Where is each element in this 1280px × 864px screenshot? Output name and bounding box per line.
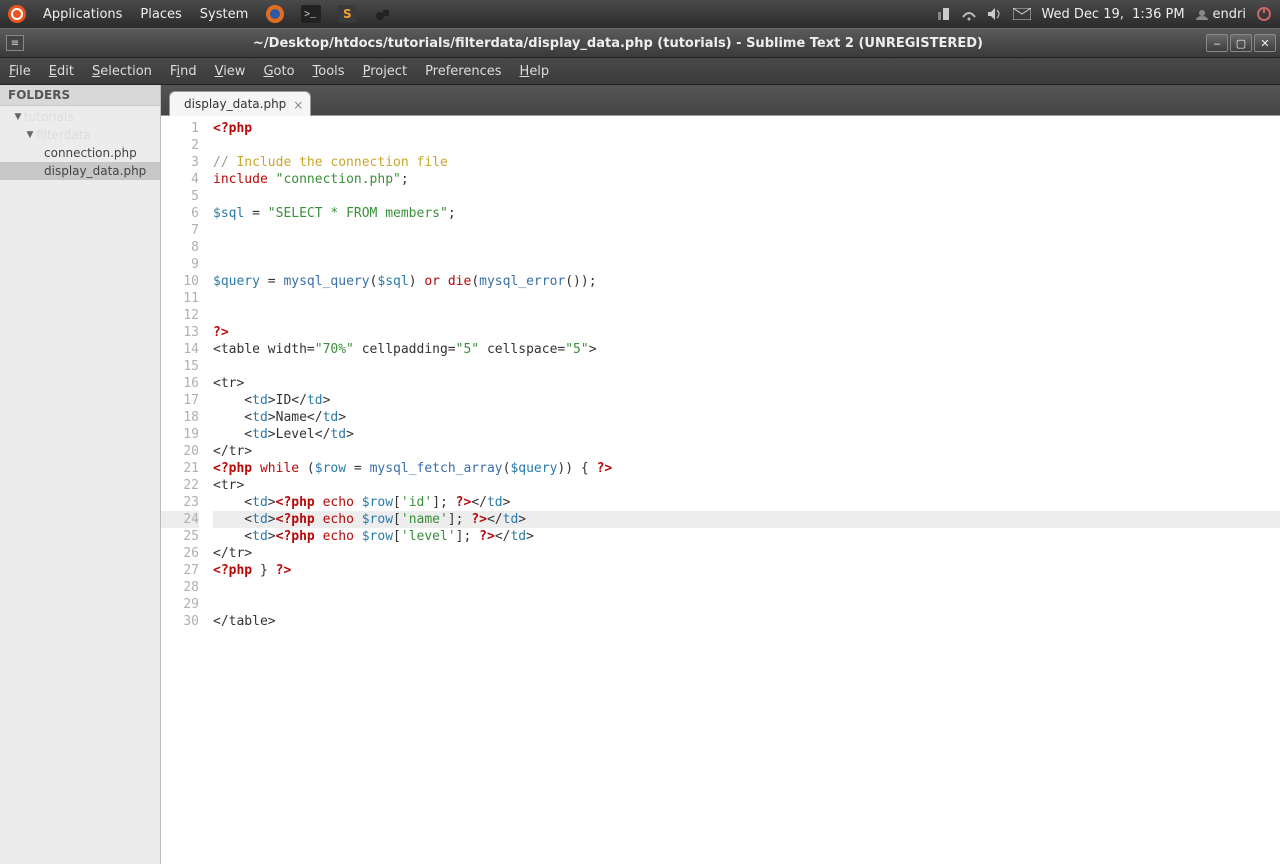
file-connection[interactable]: connection.php xyxy=(0,144,160,162)
user-menu[interactable]: endri xyxy=(1195,7,1246,22)
menu-find[interactable]: Find xyxy=(161,58,206,84)
folder-filterdata[interactable]: ▼filterdata xyxy=(0,126,160,144)
editor-area: display_data.php × 123456789101112131415… xyxy=(161,85,1280,864)
code-editor[interactable]: 1234567891011121314151617181920212223242… xyxy=(161,116,1280,864)
applications-menu[interactable]: Applications xyxy=(34,0,131,28)
code-content[interactable]: <?php// Include the connection fileinclu… xyxy=(209,116,1280,864)
window-titlebar[interactable]: ≡ ~/Desktop/htdocs/tutorials/filterdata/… xyxy=(0,28,1280,58)
places-menu[interactable]: Places xyxy=(131,0,190,28)
menu-project[interactable]: Project xyxy=(354,58,417,84)
mail-icon[interactable] xyxy=(1013,8,1031,20)
menu-view[interactable]: View xyxy=(206,58,255,84)
system-tray: Wed Dec 19, 1:36 PM endri xyxy=(937,6,1280,22)
gnome-top-panel: Applications Places System >_ S Wed Dec … xyxy=(0,0,1280,28)
menu-selection[interactable]: Selection xyxy=(83,58,161,84)
menu-goto[interactable]: Goto xyxy=(254,58,303,84)
tab-bar: display_data.php × xyxy=(161,85,1280,116)
indicator-icon[interactable] xyxy=(937,7,951,21)
window-title: ~/Desktop/htdocs/tutorials/filterdata/di… xyxy=(30,36,1206,51)
menu-help[interactable]: Help xyxy=(511,58,559,84)
title-app-icon: ≡ xyxy=(6,35,24,51)
clock-date[interactable]: Wed Dec 19, 1:36 PM xyxy=(1041,7,1184,22)
system-menu[interactable]: System xyxy=(191,0,257,28)
menu-edit[interactable]: Edit xyxy=(40,58,83,84)
sidebar-header: FOLDERS xyxy=(0,85,160,106)
disclosure-arrow-icon: ▼ xyxy=(24,130,36,140)
svg-text:S: S xyxy=(343,7,352,21)
menu-file[interactable]: File xyxy=(0,58,40,84)
minimize-button[interactable]: ‒ xyxy=(1206,34,1228,52)
minimap[interactable] xyxy=(1264,125,1278,425)
tab-close-icon[interactable]: × xyxy=(293,98,303,112)
ubuntu-logo-icon[interactable] xyxy=(8,5,26,23)
volume-icon[interactable] xyxy=(987,7,1003,21)
tab-label: display_data.php xyxy=(184,97,286,111)
folder-root[interactable]: ▼tutorials xyxy=(0,108,160,126)
terminal-icon[interactable]: >_ xyxy=(300,3,322,25)
sublime-icon[interactable]: S xyxy=(336,3,358,25)
app-menubar: File Edit Selection Find View Goto Tools… xyxy=(0,58,1280,85)
record-icon[interactable] xyxy=(372,3,394,25)
firefox-icon[interactable] xyxy=(264,3,286,25)
menu-preferences[interactable]: Preferences xyxy=(416,58,510,84)
tab-display-data[interactable]: display_data.php × xyxy=(169,91,311,116)
power-icon[interactable] xyxy=(1256,6,1272,22)
svg-text:>_: >_ xyxy=(304,10,317,21)
sidebar: FOLDERS ▼tutorials ▼filterdata connectio… xyxy=(0,85,161,864)
disclosure-arrow-icon: ▼ xyxy=(12,112,24,122)
maximize-button[interactable]: ▢ xyxy=(1230,34,1252,52)
wifi-icon[interactable] xyxy=(961,7,977,21)
menu-tools[interactable]: Tools xyxy=(304,58,354,84)
close-button[interactable]: ✕ xyxy=(1254,34,1276,52)
line-gutter: 1234567891011121314151617181920212223242… xyxy=(161,116,209,864)
file-display-data[interactable]: display_data.php xyxy=(0,162,160,180)
